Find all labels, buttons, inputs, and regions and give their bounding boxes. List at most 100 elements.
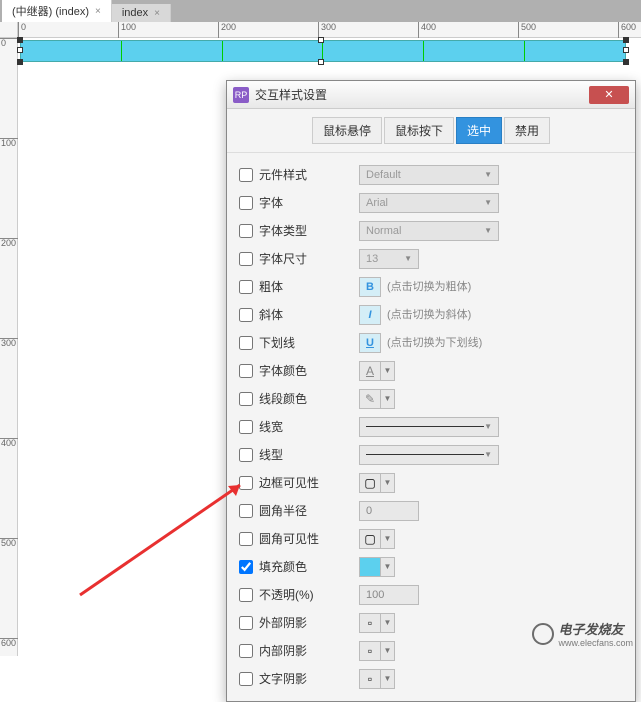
- prop-label: 文字阴影: [259, 670, 359, 687]
- prop-font-size: 字体尺寸 13▼: [239, 245, 623, 272]
- tab-disabled[interactable]: 禁用: [504, 117, 550, 144]
- font-size-select[interactable]: 13▼: [359, 249, 419, 269]
- chevron-down-icon[interactable]: ▼: [381, 361, 395, 381]
- repeater-cell[interactable]: [21, 41, 122, 61]
- prop-checkbox[interactable]: [239, 196, 253, 210]
- chevron-down-icon[interactable]: ▼: [381, 669, 395, 689]
- line-width-select[interactable]: ▼: [359, 417, 499, 437]
- tab-selected[interactable]: 选中: [456, 117, 502, 144]
- line-style-select[interactable]: ▼: [359, 445, 499, 465]
- prop-label: 填充颜色: [259, 558, 359, 575]
- close-button[interactable]: ✕: [589, 86, 629, 104]
- prop-checkbox[interactable]: [239, 644, 253, 658]
- repeater-cell[interactable]: [424, 41, 525, 61]
- selection-handle[interactable]: [318, 59, 324, 65]
- tab-mousedown[interactable]: 鼠标按下: [384, 117, 454, 144]
- prop-checkbox[interactable]: [239, 252, 253, 266]
- chevron-down-icon[interactable]: ▼: [381, 641, 395, 661]
- selection-handle[interactable]: [623, 47, 629, 53]
- prop-checkbox[interactable]: [239, 224, 253, 238]
- repeater-cell[interactable]: [525, 41, 625, 61]
- chevron-down-icon: ▼: [484, 170, 492, 179]
- close-icon[interactable]: ×: [154, 8, 160, 19]
- bold-toggle[interactable]: B: [359, 277, 381, 297]
- prop-checkbox[interactable]: [239, 504, 253, 518]
- prop-checkbox[interactable]: [239, 588, 253, 602]
- selection-handle[interactable]: [623, 37, 629, 43]
- close-icon[interactable]: ×: [95, 6, 101, 17]
- prop-font-color: 字体颜色 A▼: [239, 357, 623, 384]
- prop-font-type: 字体类型 Normal▼: [239, 217, 623, 244]
- ruler-horizontal[interactable]: 0 100 200 300 400 500 600: [18, 22, 641, 38]
- prop-checkbox[interactable]: [239, 560, 253, 574]
- ruler-vertical[interactable]: 0 100 200 300 400 500 600: [0, 38, 18, 656]
- tab-label: (中继器) (index): [12, 3, 89, 19]
- prop-corner-visibility: 圆角可见性 ▢▼: [239, 525, 623, 552]
- prop-checkbox[interactable]: [239, 392, 253, 406]
- italic-toggle[interactable]: I: [359, 305, 381, 325]
- repeater-cell[interactable]: [223, 41, 324, 61]
- ruler-mark: 400: [418, 22, 436, 38]
- tab-index[interactable]: index ×: [112, 4, 171, 22]
- prop-checkbox[interactable]: [239, 448, 253, 462]
- inner-shadow-swatch[interactable]: ▫: [359, 641, 381, 661]
- base-style-select[interactable]: Default▼: [359, 165, 499, 185]
- prop-checkbox[interactable]: [239, 336, 253, 350]
- ruler-mark: 500: [0, 538, 18, 548]
- prop-label: 线段颜色: [259, 390, 359, 407]
- prop-label: 字体类型: [259, 222, 359, 239]
- prop-opacity: 不透明(%): [239, 581, 623, 608]
- prop-checkbox[interactable]: [239, 280, 253, 294]
- font-color-swatch[interactable]: A: [359, 361, 381, 381]
- outer-shadow-swatch[interactable]: ▫: [359, 613, 381, 633]
- prop-checkbox[interactable]: [239, 616, 253, 630]
- prop-checkbox[interactable]: [239, 308, 253, 322]
- chevron-down-icon[interactable]: ▼: [381, 473, 395, 493]
- chevron-down-icon[interactable]: ▼: [381, 613, 395, 633]
- prop-checkbox[interactable]: [239, 532, 253, 546]
- prop-checkbox[interactable]: [239, 168, 253, 182]
- text-shadow-swatch[interactable]: ▫: [359, 669, 381, 689]
- opacity-input[interactable]: [359, 585, 419, 605]
- corner-vis-swatch[interactable]: ▢: [359, 529, 381, 549]
- ruler-mark: 300: [0, 338, 18, 348]
- prop-checkbox[interactable]: [239, 672, 253, 686]
- selection-handle[interactable]: [17, 59, 23, 65]
- ruler-mark: 600: [618, 22, 636, 38]
- prop-checkbox[interactable]: [239, 420, 253, 434]
- chevron-down-icon[interactable]: ▼: [381, 529, 395, 549]
- font-type-select[interactable]: Normal▼: [359, 221, 499, 241]
- ruler-mark: 200: [218, 22, 236, 38]
- corner-radius-input[interactable]: [359, 501, 419, 521]
- prop-text-shadow: 文字阴影 ▫▼: [239, 665, 623, 692]
- prop-label: 内部阴影: [259, 642, 359, 659]
- prop-line-color: 线段颜色 ✎▼: [239, 385, 623, 412]
- font-select[interactable]: Arial▼: [359, 193, 499, 213]
- ruler-mark: 600: [0, 638, 18, 648]
- border-vis-swatch[interactable]: ▢: [359, 473, 381, 493]
- prop-label: 字体: [259, 194, 359, 211]
- chevron-down-icon: ▼: [484, 198, 492, 207]
- prop-corner-radius: 圆角半径: [239, 497, 623, 524]
- tab-mouseover[interactable]: 鼠标悬停: [312, 117, 382, 144]
- chevron-down-icon[interactable]: ▼: [381, 557, 395, 577]
- underline-toggle[interactable]: U: [359, 333, 381, 353]
- prop-fill-color: 填充颜色 ▼: [239, 553, 623, 580]
- prop-checkbox[interactable]: [239, 476, 253, 490]
- chevron-down-icon[interactable]: ▼: [381, 389, 395, 409]
- selection-handle[interactable]: [17, 47, 23, 53]
- watermark-brand: 电子发烧友: [558, 619, 633, 638]
- tab-repeater-index[interactable]: (中继器) (index) ×: [2, 0, 112, 22]
- dialog-titlebar[interactable]: RP 交互样式设置 ✕: [227, 81, 635, 109]
- ruler-mark: 100: [0, 138, 18, 148]
- line-color-swatch[interactable]: ✎: [359, 389, 381, 409]
- selection-handle[interactable]: [17, 37, 23, 43]
- prop-checkbox[interactable]: [239, 364, 253, 378]
- ruler-mark: 500: [518, 22, 536, 38]
- repeater-cell[interactable]: [122, 41, 223, 61]
- selection-handle[interactable]: [318, 37, 324, 43]
- fill-color-swatch[interactable]: [359, 557, 381, 577]
- repeater-cell[interactable]: [323, 41, 424, 61]
- prop-label: 圆角可见性: [259, 530, 359, 547]
- selection-handle[interactable]: [623, 59, 629, 65]
